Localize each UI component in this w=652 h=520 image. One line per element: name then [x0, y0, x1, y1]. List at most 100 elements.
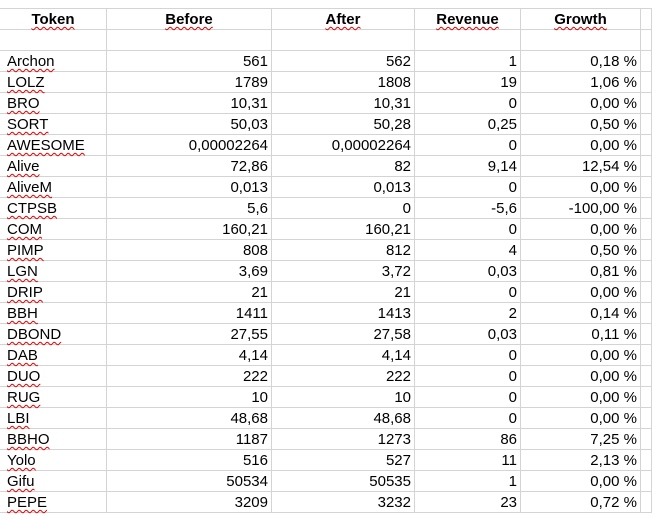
growth-cell[interactable]: 0,00 % — [521, 387, 641, 408]
empty-cell[interactable] — [641, 450, 652, 471]
header-before[interactable]: Before — [107, 9, 272, 30]
token-cell[interactable]: LGN — [0, 261, 107, 282]
revenue-cell[interactable]: 0 — [415, 177, 521, 198]
empty-cell[interactable] — [641, 219, 652, 240]
before-cell[interactable]: 0,013 — [107, 177, 272, 198]
revenue-cell[interactable]: 0,03 — [415, 324, 521, 345]
token-cell[interactable]: DBOND — [0, 324, 107, 345]
before-cell[interactable]: 5,6 — [107, 198, 272, 219]
growth-cell[interactable]: 0,81 % — [521, 261, 641, 282]
growth-cell[interactable]: 0,00 % — [521, 345, 641, 366]
after-cell[interactable]: 4,14 — [272, 345, 415, 366]
growth-cell[interactable]: 1,06 % — [521, 72, 641, 93]
revenue-cell[interactable]: 0,25 — [415, 114, 521, 135]
token-cell[interactable]: DUO — [0, 366, 107, 387]
after-cell[interactable]: 812 — [272, 240, 415, 261]
empty-cell[interactable] — [272, 30, 415, 51]
after-cell[interactable]: 0,00002264 — [272, 135, 415, 156]
empty-cell[interactable] — [641, 9, 652, 30]
after-cell[interactable]: 1413 — [272, 303, 415, 324]
empty-cell[interactable] — [641, 72, 652, 93]
token-cell[interactable]: BRO — [0, 93, 107, 114]
growth-cell[interactable]: 12,54 % — [521, 156, 641, 177]
token-cell[interactable]: DAB — [0, 345, 107, 366]
revenue-cell[interactable]: 0 — [415, 387, 521, 408]
empty-cell[interactable] — [641, 282, 652, 303]
token-cell[interactable]: LBI — [0, 408, 107, 429]
empty-cell[interactable] — [641, 114, 652, 135]
after-cell[interactable]: 50,28 — [272, 114, 415, 135]
empty-cell[interactable] — [641, 93, 652, 114]
growth-cell[interactable]: 0,18 % — [521, 51, 641, 72]
empty-cell[interactable] — [641, 198, 652, 219]
header-growth[interactable]: Growth — [521, 9, 641, 30]
before-cell[interactable]: 808 — [107, 240, 272, 261]
growth-cell[interactable]: 0,00 % — [521, 471, 641, 492]
growth-cell[interactable]: 0,50 % — [521, 114, 641, 135]
after-cell[interactable]: 1273 — [272, 429, 415, 450]
growth-cell[interactable]: 0,72 % — [521, 492, 641, 513]
token-cell[interactable]: AliveM — [0, 177, 107, 198]
after-cell[interactable]: 10,31 — [272, 93, 415, 114]
revenue-cell[interactable]: 0 — [415, 282, 521, 303]
after-cell[interactable]: 160,21 — [272, 219, 415, 240]
header-after[interactable]: After — [272, 9, 415, 30]
growth-cell[interactable]: 2,13 % — [521, 450, 641, 471]
revenue-cell[interactable]: 0 — [415, 408, 521, 429]
after-cell[interactable]: 0 — [272, 198, 415, 219]
growth-cell[interactable]: 0,00 % — [521, 93, 641, 114]
after-cell[interactable]: 222 — [272, 366, 415, 387]
empty-cell[interactable] — [641, 408, 652, 429]
after-cell[interactable]: 50535 — [272, 471, 415, 492]
revenue-cell[interactable]: 1 — [415, 51, 521, 72]
token-cell[interactable]: COM — [0, 219, 107, 240]
token-cell[interactable]: PEPE — [0, 492, 107, 513]
growth-cell[interactable]: 0,50 % — [521, 240, 641, 261]
revenue-cell[interactable]: 4 — [415, 240, 521, 261]
token-cell[interactable]: LOLZ — [0, 72, 107, 93]
before-cell[interactable]: 4,14 — [107, 345, 272, 366]
after-cell[interactable]: 0,013 — [272, 177, 415, 198]
empty-cell[interactable] — [641, 261, 652, 282]
before-cell[interactable]: 3,69 — [107, 261, 272, 282]
growth-cell[interactable]: 0,00 % — [521, 177, 641, 198]
token-cell[interactable]: Archon — [0, 51, 107, 72]
empty-cell[interactable] — [641, 387, 652, 408]
after-cell[interactable]: 527 — [272, 450, 415, 471]
before-cell[interactable]: 10,31 — [107, 93, 272, 114]
empty-cell[interactable] — [641, 345, 652, 366]
token-cell[interactable]: Yolo — [0, 450, 107, 471]
before-cell[interactable]: 50,03 — [107, 114, 272, 135]
empty-cell[interactable] — [641, 177, 652, 198]
before-cell[interactable]: 160,21 — [107, 219, 272, 240]
growth-cell[interactable]: 0,00 % — [521, 366, 641, 387]
after-cell[interactable]: 27,58 — [272, 324, 415, 345]
empty-cell[interactable] — [641, 303, 652, 324]
after-cell[interactable]: 562 — [272, 51, 415, 72]
empty-cell[interactable] — [641, 30, 652, 51]
growth-cell[interactable]: 0,14 % — [521, 303, 641, 324]
revenue-cell[interactable]: 23 — [415, 492, 521, 513]
revenue-cell[interactable]: 86 — [415, 429, 521, 450]
empty-cell[interactable] — [107, 30, 272, 51]
revenue-cell[interactable]: 0 — [415, 93, 521, 114]
empty-cell[interactable] — [521, 30, 641, 51]
token-cell[interactable]: Alive — [0, 156, 107, 177]
before-cell[interactable]: 50534 — [107, 471, 272, 492]
after-cell[interactable]: 3232 — [272, 492, 415, 513]
revenue-cell[interactable]: 0 — [415, 135, 521, 156]
empty-cell[interactable] — [641, 51, 652, 72]
after-cell[interactable]: 48,68 — [272, 408, 415, 429]
empty-cell[interactable] — [641, 240, 652, 261]
before-cell[interactable]: 21 — [107, 282, 272, 303]
empty-cell[interactable] — [415, 30, 521, 51]
growth-cell[interactable]: 0,00 % — [521, 282, 641, 303]
token-cell[interactable]: RUG — [0, 387, 107, 408]
empty-cell[interactable] — [0, 30, 107, 51]
token-cell[interactable]: AWESOME — [0, 135, 107, 156]
before-cell[interactable]: 10 — [107, 387, 272, 408]
after-cell[interactable]: 3,72 — [272, 261, 415, 282]
revenue-cell[interactable]: 0 — [415, 366, 521, 387]
before-cell[interactable]: 0,00002264 — [107, 135, 272, 156]
token-cell[interactable]: SORT — [0, 114, 107, 135]
